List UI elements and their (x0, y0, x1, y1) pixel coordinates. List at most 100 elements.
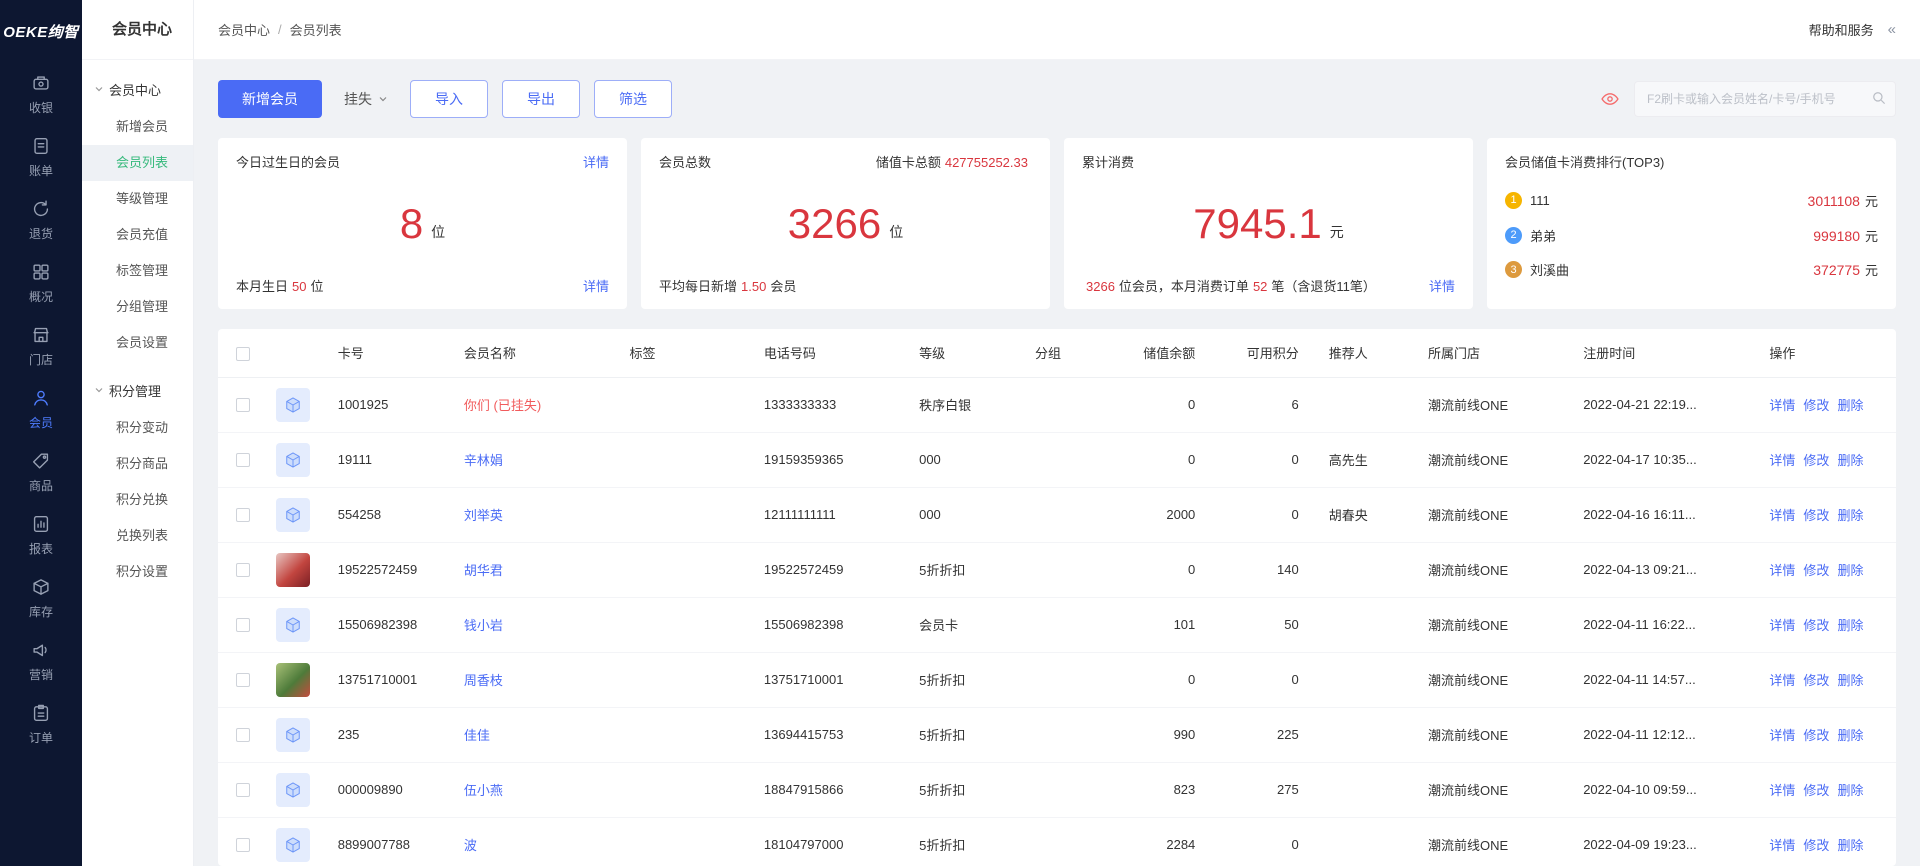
cell-store: 潮流前线ONE (1420, 652, 1576, 708)
search-icon[interactable] (1870, 89, 1888, 110)
row-edit-link[interactable]: 修改 (1803, 838, 1829, 853)
visibility-eye-icon[interactable] (1600, 89, 1620, 109)
row-delete-link[interactable]: 删除 (1837, 783, 1863, 798)
member-name-link[interactable]: 辛林娟 (464, 453, 503, 468)
member-avatar-photo (275, 552, 310, 587)
import-button[interactable]: 导入 (410, 80, 488, 118)
row-detail-link[interactable]: 详情 (1769, 783, 1795, 798)
cashier-icon (30, 72, 52, 94)
menu-item-exchange-list[interactable]: 兑换列表 (82, 518, 193, 554)
row-edit-link[interactable]: 修改 (1803, 508, 1829, 523)
row-checkbox[interactable] (236, 618, 250, 633)
menu-item-member-recharge[interactable]: 会员充值 (82, 217, 193, 253)
help-link[interactable]: 帮助和服务 (1809, 20, 1874, 39)
row-detail-link[interactable]: 详情 (1769, 838, 1795, 853)
member-name-link[interactable]: 你们 (已挂失) (464, 398, 541, 413)
menu-item-add-member[interactable]: 新增会员 (82, 109, 193, 145)
row-checkbox[interactable] (236, 838, 250, 853)
export-button[interactable]: 导出 (502, 80, 580, 118)
rail-item-bills[interactable]: 账单 (0, 125, 82, 188)
month-birthday-detail-link[interactable]: 详情 (583, 276, 609, 295)
row-detail-link[interactable]: 详情 (1769, 673, 1795, 688)
row-edit-link[interactable]: 修改 (1803, 618, 1829, 633)
rail-item-marketing[interactable]: 营销 (0, 629, 82, 692)
menu-item-level-management[interactable]: 等级管理 (82, 181, 193, 217)
row-edit-link[interactable]: 修改 (1803, 673, 1829, 688)
member-name-link[interactable]: 胡华君 (464, 563, 503, 578)
row-delete-link[interactable]: 删除 (1837, 838, 1863, 853)
member-name-link[interactable]: 波 (464, 838, 477, 853)
row-delete-link[interactable]: 删除 (1837, 673, 1863, 688)
cell-card-no: 19522572459 (329, 542, 456, 598)
cell-balance: 2284 (1113, 817, 1218, 866)
cell-card-no: 19111 (329, 432, 456, 488)
row-edit-link[interactable]: 修改 (1803, 453, 1829, 468)
consumption-detail-link[interactable]: 详情 (1429, 276, 1455, 295)
member-name-link[interactable]: 刘举英 (464, 508, 503, 523)
rail-item-inventory[interactable]: 库存 (0, 566, 82, 629)
cell-actions: 详情 修改 删除 (1761, 432, 1896, 488)
row-detail-link[interactable]: 详情 (1769, 453, 1795, 468)
row-checkbox[interactable] (236, 563, 250, 578)
rank-row-2: 2 弟弟 999180 元 (1505, 226, 1878, 245)
member-name-link[interactable]: 周香枝 (464, 673, 503, 688)
row-delete-link[interactable]: 删除 (1837, 508, 1863, 523)
row-checkbox[interactable] (236, 783, 250, 798)
row-delete-link[interactable]: 删除 (1837, 618, 1863, 633)
collapse-icon[interactable]: « (1888, 21, 1896, 38)
rail-item-overview[interactable]: 概况 (0, 251, 82, 314)
search-input[interactable] (1634, 81, 1896, 117)
rail-item-label: 商品 (28, 479, 53, 493)
row-delete-link[interactable]: 删除 (1837, 563, 1863, 578)
member-name-link[interactable]: 佳佳 (464, 728, 490, 743)
row-checkbox[interactable] (236, 673, 250, 688)
row-detail-link[interactable]: 详情 (1769, 618, 1795, 633)
menu-item-member-settings[interactable]: 会员设置 (82, 325, 193, 361)
stored-value-total: 储值卡总额 427755252.33 (875, 155, 1028, 170)
row-checkbox[interactable] (236, 398, 250, 413)
birthday-detail-link[interactable]: 详情 (583, 152, 609, 171)
breadcrumb-member-center[interactable]: 会员中心 (218, 20, 270, 39)
member-name-link[interactable]: 钱小岩 (464, 618, 503, 633)
row-edit-link[interactable]: 修改 (1803, 783, 1829, 798)
menu-item-member-list[interactable]: 会员列表 (82, 145, 193, 181)
rail-item-returns[interactable]: 退货 (0, 188, 82, 251)
menu-item-points-changes[interactable]: 积分变动 (82, 410, 193, 446)
row-edit-link[interactable]: 修改 (1803, 398, 1829, 413)
row-checkbox[interactable] (236, 728, 250, 743)
menu-item-tag-management[interactable]: 标签管理 (82, 253, 193, 289)
menu-group-header-member-center[interactable]: 会员中心 (82, 70, 193, 109)
report-loss-label: 挂失 (344, 91, 372, 107)
row-detail-link[interactable]: 详情 (1769, 508, 1795, 523)
menu-group-label: 积分管理 (109, 384, 162, 399)
rail-item-orders[interactable]: 订单 (0, 692, 82, 755)
menu-group-header-points[interactable]: 积分管理 (82, 371, 193, 410)
menu-item-points-products[interactable]: 积分商品 (82, 446, 193, 482)
row-delete-link[interactable]: 删除 (1837, 398, 1863, 413)
row-delete-link[interactable]: 删除 (1837, 453, 1863, 468)
rail-item-products[interactable]: 商品 (0, 440, 82, 503)
rail-item-members[interactable]: 会员 (0, 377, 82, 440)
chevron-down-icon (94, 383, 104, 398)
select-all-checkbox[interactable] (236, 346, 250, 361)
cube-icon (285, 616, 300, 633)
row-detail-link[interactable]: 详情 (1769, 398, 1795, 413)
member-name-link[interactable]: 伍小燕 (464, 783, 503, 798)
row-edit-link[interactable]: 修改 (1803, 563, 1829, 578)
row-checkbox[interactable] (236, 508, 250, 523)
row-edit-link[interactable]: 修改 (1803, 728, 1829, 743)
row-checkbox[interactable] (236, 453, 250, 468)
add-member-button[interactable]: 新增会员 (218, 80, 322, 118)
rail-item-stores[interactable]: 门店 (0, 314, 82, 377)
member-row: 1001925 你们 (已挂失) 1333333333 秩序白银 0 6 潮流前… (218, 377, 1896, 433)
menu-item-points-settings[interactable]: 积分设置 (82, 554, 193, 590)
menu-item-points-exchange[interactable]: 积分兑换 (82, 482, 193, 518)
report-loss-dropdown[interactable]: 挂失 (336, 80, 396, 118)
menu-item-group-management[interactable]: 分组管理 (82, 289, 193, 325)
filter-button[interactable]: 筛选 (594, 80, 672, 118)
rail-item-reports[interactable]: 报表 (0, 503, 82, 566)
row-detail-link[interactable]: 详情 (1769, 563, 1795, 578)
rail-item-cashier[interactable]: 收银 (0, 62, 82, 125)
row-delete-link[interactable]: 删除 (1837, 728, 1863, 743)
row-detail-link[interactable]: 详情 (1769, 728, 1795, 743)
